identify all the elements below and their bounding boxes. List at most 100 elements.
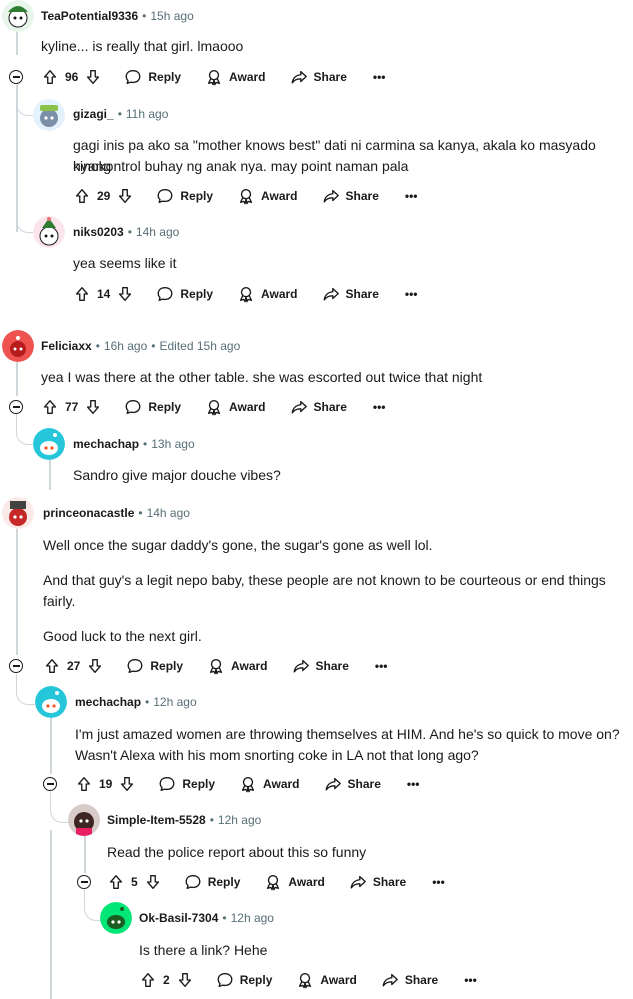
more-icon: ••• — [404, 189, 418, 203]
comment-meta: princeonacastle • 14h ago — [43, 506, 190, 520]
share-icon — [293, 659, 309, 673]
avatar[interactable] — [35, 686, 67, 718]
share-label: Share — [347, 777, 381, 791]
username[interactable]: Simple-Item-5528 — [107, 813, 206, 827]
reply-button[interactable]: Reply — [124, 398, 181, 416]
collapse-thread-button[interactable] — [9, 659, 23, 673]
more-options-button[interactable]: ••• — [405, 287, 418, 301]
reply-button[interactable]: Reply — [158, 775, 215, 793]
more-options-button[interactable]: ••• — [405, 189, 418, 203]
username[interactable]: princeonacastle — [43, 506, 134, 520]
avatar[interactable] — [2, 497, 34, 529]
timestamp: 16h ago — [103, 339, 148, 353]
award-label: Award — [261, 189, 298, 203]
more-options-button[interactable]: ••• — [407, 777, 420, 791]
avatar[interactable] — [33, 428, 65, 460]
share-label: Share — [313, 70, 347, 84]
collapse-thread-button[interactable] — [77, 875, 91, 889]
award-button[interactable]: Award — [237, 187, 298, 205]
collapse-thread-button[interactable] — [43, 777, 57, 791]
share-button[interactable]: Share — [290, 68, 347, 86]
downvote-button[interactable] — [116, 187, 134, 205]
downvote-button[interactable] — [116, 285, 134, 303]
comment-text: yea I was there at the other table. she … — [41, 369, 483, 385]
collapse-thread-button[interactable] — [9, 400, 23, 414]
comment-bubble-icon — [127, 659, 143, 673]
comment-meta: mechachap • 13h ago — [73, 437, 195, 451]
share-icon — [382, 973, 398, 987]
upvote-button[interactable] — [107, 873, 125, 891]
comment-bubble-icon — [125, 70, 141, 84]
avatar[interactable] — [100, 902, 132, 934]
upvote-button[interactable] — [73, 285, 91, 303]
username[interactable]: gizagi_ — [73, 107, 114, 121]
upvote-button[interactable] — [139, 971, 157, 989]
reply-button[interactable]: Reply — [156, 187, 213, 205]
avatar[interactable] — [33, 99, 65, 131]
vote-count: 5 — [131, 875, 138, 889]
username[interactable]: mechachap — [73, 437, 139, 451]
reply-button[interactable]: Reply — [216, 971, 272, 989]
award-button[interactable]: Award — [205, 68, 266, 86]
downvote-button[interactable] — [118, 775, 136, 793]
downvote-button[interactable] — [176, 971, 194, 989]
upvote-button[interactable] — [75, 775, 93, 793]
comment-text: Is there a link? Hehe — [139, 942, 268, 958]
share-button[interactable]: Share — [292, 657, 349, 675]
more-options-button[interactable]: ••• — [464, 973, 477, 987]
share-button[interactable]: Share — [349, 873, 406, 891]
username[interactable]: mechachap — [75, 695, 141, 709]
edited-label: Edited 15h ago — [159, 339, 241, 353]
award-button[interactable]: Award — [296, 971, 357, 989]
share-button[interactable]: Share — [322, 285, 379, 303]
award-icon — [241, 777, 255, 793]
award-button[interactable]: Award — [237, 285, 298, 303]
reply-button[interactable]: Reply — [124, 68, 181, 86]
upvote-button[interactable] — [43, 657, 61, 675]
username[interactable]: TeaPotential9336 — [41, 9, 138, 23]
share-button[interactable]: Share — [322, 187, 379, 205]
downvote-icon — [87, 400, 100, 414]
comment-actions: 14 Reply Award Share ••• — [73, 282, 417, 306]
more-options-button[interactable]: ••• — [373, 400, 386, 414]
share-button[interactable]: Share — [290, 398, 347, 416]
username[interactable]: Feliciaxx — [41, 339, 92, 353]
comment-meta: Ok-Basil-7304 • 12h ago — [139, 911, 274, 925]
award-button[interactable]: Award — [239, 775, 300, 793]
reply-button[interactable]: Reply — [156, 285, 213, 303]
downvote-button[interactable] — [144, 873, 162, 891]
comment-bubble-icon — [159, 777, 175, 791]
username[interactable]: niks0203 — [73, 225, 124, 239]
more-options-button[interactable]: ••• — [375, 659, 388, 673]
share-button[interactable]: Share — [324, 775, 381, 793]
comment-actions: 27 Reply Award Share ••• — [43, 654, 387, 678]
collapse-thread-button[interactable] — [9, 70, 23, 84]
upvote-button[interactable] — [41, 398, 59, 416]
avatar[interactable] — [2, 0, 34, 32]
thread-elbow — [84, 890, 101, 921]
downvote-button[interactable] — [86, 657, 104, 675]
thread-line — [50, 830, 52, 999]
award-button[interactable]: Award — [264, 873, 325, 891]
comment-bubble-icon — [217, 973, 233, 987]
vote-count: 29 — [97, 189, 111, 203]
reply-button[interactable]: Reply — [126, 657, 183, 675]
thread-elbow — [16, 85, 33, 116]
upvote-button[interactable] — [73, 187, 91, 205]
vote-count: 14 — [97, 287, 111, 301]
more-options-button[interactable]: ••• — [373, 70, 386, 84]
comment-text: fairly. — [43, 593, 76, 609]
upvote-button[interactable] — [41, 68, 59, 86]
award-button[interactable]: Award — [205, 398, 266, 416]
username[interactable]: Ok-Basil-7304 — [139, 911, 218, 925]
avatar[interactable] — [68, 804, 100, 836]
award-button[interactable]: Award — [207, 657, 268, 675]
avatar[interactable] — [2, 330, 34, 362]
downvote-button[interactable] — [84, 398, 102, 416]
more-options-button[interactable]: ••• — [432, 875, 445, 889]
downvote-button[interactable] — [84, 68, 102, 86]
reply-button[interactable]: Reply — [184, 873, 240, 891]
avatar[interactable] — [33, 216, 65, 248]
share-button[interactable]: Share — [381, 971, 438, 989]
share-label: Share — [313, 400, 347, 414]
